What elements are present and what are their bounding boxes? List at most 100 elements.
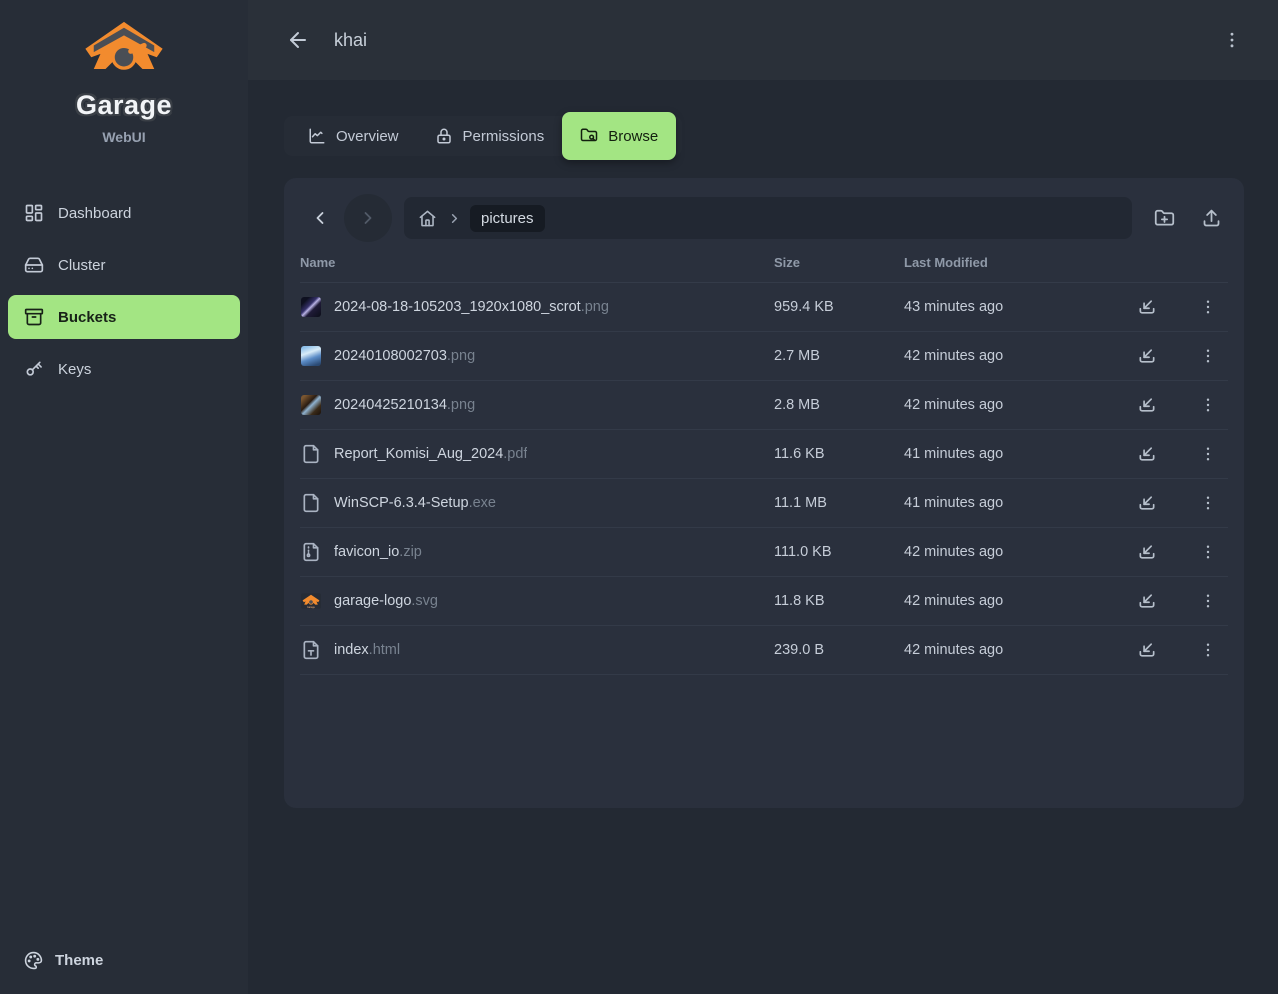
tab-permissions[interactable]: Permissions — [417, 116, 563, 156]
theme-button[interactable]: Theme — [8, 943, 240, 978]
nav-back-button[interactable] — [300, 194, 340, 242]
download-icon — [1137, 346, 1157, 366]
breadcrumb-folder[interactable]: pictures — [470, 205, 545, 232]
kebab-icon — [1199, 347, 1217, 365]
table-row[interactable]: WinSCP-6.3.4-Setup.exe 11.1 MB 41 minute… — [300, 479, 1228, 528]
lock-icon — [435, 127, 453, 145]
download-button[interactable] — [1132, 439, 1162, 469]
file-size: 2.7 MB — [774, 348, 904, 364]
file-icon — [300, 639, 322, 661]
row-menu-button[interactable] — [1194, 391, 1222, 419]
kebab-icon — [1222, 30, 1242, 50]
file-icon — [300, 296, 322, 318]
tab-label: Browse — [608, 128, 658, 145]
file-icon — [300, 443, 322, 465]
garage-logo-icon — [82, 20, 166, 86]
sidebar-item-dashboard[interactable]: Dashboard — [8, 191, 240, 235]
brand-name: Garage — [76, 90, 172, 121]
nav-forward-button[interactable] — [344, 194, 392, 242]
tab-bar: Overview Permissions Browse — [284, 116, 682, 156]
chart-icon — [308, 127, 326, 145]
file-table-body: 2024-08-18-105203_1920x1080_scrot.png 95… — [300, 283, 1228, 675]
download-icon — [1137, 444, 1157, 464]
file-name[interactable]: 20240108002703.png — [334, 348, 475, 364]
row-menu-button[interactable] — [1194, 587, 1222, 615]
image-thumbnail — [301, 297, 321, 317]
file-modified: 42 minutes ago — [904, 593, 1132, 609]
new-folder-button[interactable] — [1148, 202, 1181, 235]
row-menu-button[interactable] — [1194, 342, 1222, 370]
file-name[interactable]: WinSCP-6.3.4-Setup.exe — [334, 495, 496, 511]
file-name[interactable]: 20240425210134.png — [334, 397, 475, 413]
svg-text:Garage: Garage — [307, 606, 316, 609]
sidebar-item-label: Keys — [58, 361, 91, 378]
file-size: 111.0 KB — [774, 544, 904, 560]
row-menu-button[interactable] — [1194, 293, 1222, 321]
tab-browse[interactable]: Browse — [562, 112, 676, 160]
file-size: 11.1 MB — [774, 495, 904, 511]
kebab-icon — [1199, 396, 1217, 414]
file-name[interactable]: Report_Komisi_Aug_2024.pdf — [334, 446, 527, 462]
download-button[interactable] — [1132, 390, 1162, 420]
download-button[interactable] — [1132, 292, 1162, 322]
table-row[interactable]: 2024-08-18-105203_1920x1080_scrot.png 95… — [300, 283, 1228, 332]
bucket-menu-button[interactable] — [1216, 24, 1248, 56]
table-row[interactable]: 20240425210134.png 2.8 MB 42 minutes ago — [300, 381, 1228, 430]
image-thumbnail — [301, 346, 321, 366]
row-menu-button[interactable] — [1194, 636, 1222, 664]
back-button[interactable] — [282, 24, 314, 56]
sidebar-item-cluster[interactable]: Cluster — [8, 243, 240, 287]
row-menu-button[interactable] — [1194, 538, 1222, 566]
home-icon[interactable] — [416, 207, 439, 230]
table-row[interactable]: favicon_io.zip 111.0 KB 42 minutes ago — [300, 528, 1228, 577]
download-button[interactable] — [1132, 586, 1162, 616]
upload-button[interactable] — [1195, 202, 1228, 235]
file-name[interactable]: favicon_io.zip — [334, 544, 422, 560]
tab-label: Overview — [336, 128, 399, 145]
download-icon — [1137, 542, 1157, 562]
download-button[interactable] — [1132, 488, 1162, 518]
cluster-icon — [24, 255, 44, 275]
browser-toolbar: pictures — [300, 194, 1228, 242]
download-button[interactable] — [1132, 341, 1162, 371]
keys-icon — [24, 359, 44, 379]
folder-plus-icon — [1154, 208, 1175, 229]
file-modified: 42 minutes ago — [904, 348, 1132, 364]
sidebar-item-buckets[interactable]: Buckets — [8, 295, 240, 339]
table-header: Name Size Last Modified — [300, 242, 1228, 283]
sidebar-item-keys[interactable]: Keys — [8, 347, 240, 391]
tab-overview[interactable]: Overview — [290, 116, 417, 156]
row-menu-button[interactable] — [1194, 440, 1222, 468]
table-row[interactable]: Garage garage-logo.svg 11.8 KB 42 minute… — [300, 577, 1228, 626]
file-size: 11.6 KB — [774, 446, 904, 462]
sidebar-nav: Dashboard Cluster Buckets Keys — [8, 191, 240, 391]
file-size: 11.8 KB — [774, 593, 904, 609]
main-area: khai Overview Permissions — [248, 0, 1278, 994]
download-button[interactable] — [1132, 635, 1162, 665]
file-icon — [300, 345, 322, 367]
file-modified: 43 minutes ago — [904, 299, 1132, 315]
chevron-left-icon — [310, 208, 330, 228]
page-header: khai — [248, 0, 1278, 80]
download-icon — [1137, 591, 1157, 611]
download-button[interactable] — [1132, 537, 1162, 567]
file-modified: 42 minutes ago — [904, 642, 1132, 658]
upload-icon — [1201, 208, 1222, 229]
file-size: 959.4 KB — [774, 299, 904, 315]
file-name[interactable]: index.html — [334, 642, 400, 658]
file-size: 2.8 MB — [774, 397, 904, 413]
column-header-name: Name — [300, 255, 774, 270]
table-row[interactable]: 20240108002703.png 2.7 MB 42 minutes ago — [300, 332, 1228, 381]
file-icon — [300, 541, 322, 563]
file-name[interactable]: garage-logo.svg — [334, 593, 438, 609]
download-icon — [1137, 297, 1157, 317]
file-name[interactable]: 2024-08-18-105203_1920x1080_scrot.png — [334, 299, 609, 315]
row-menu-button[interactable] — [1194, 489, 1222, 517]
table-row[interactable]: index.html 239.0 B 42 minutes ago — [300, 626, 1228, 675]
sidebar-item-label: Cluster — [58, 257, 106, 274]
table-row[interactable]: Report_Komisi_Aug_2024.pdf 11.6 KB 41 mi… — [300, 430, 1228, 479]
breadcrumb[interactable]: pictures — [404, 197, 1132, 239]
column-header-size: Size — [774, 255, 904, 270]
sidebar-item-label: Buckets — [58, 309, 116, 326]
kebab-icon — [1199, 543, 1217, 561]
